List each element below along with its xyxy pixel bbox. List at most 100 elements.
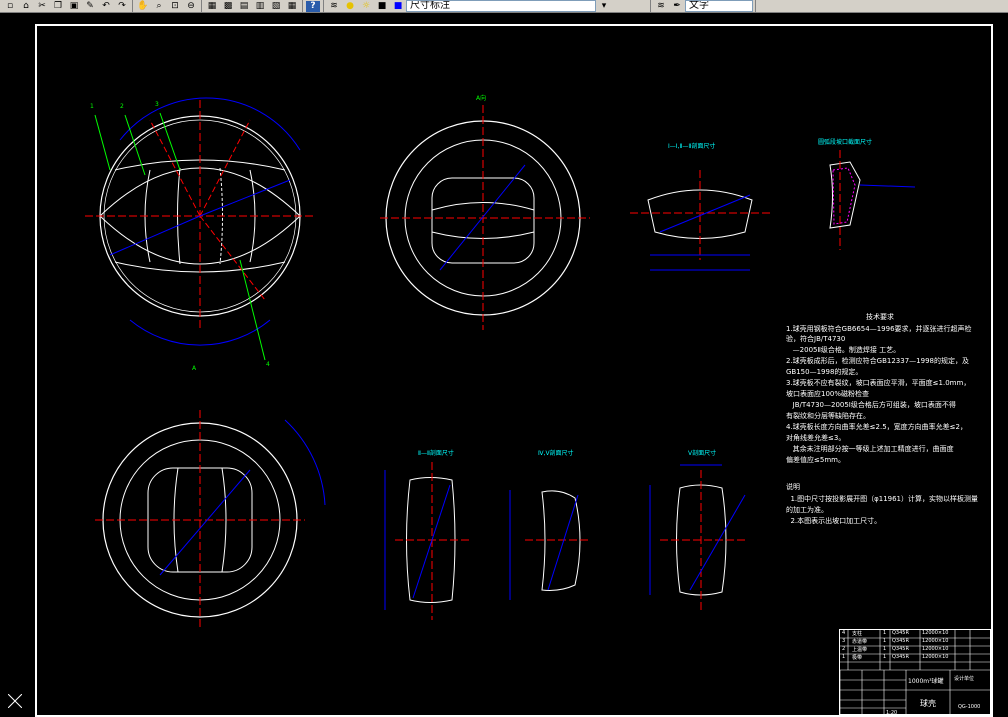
- calculator-icon[interactable]: ▦: [285, 1, 299, 12]
- item-qty: 1: [883, 630, 887, 636]
- tech-req-line-12: 其余未注明部分按一等级上述加工精度进行，曲面度: [786, 445, 954, 453]
- lock-icon[interactable]: ■: [375, 1, 389, 12]
- zoom-window-icon[interactable]: ⊡: [168, 1, 182, 12]
- tech-req-line-1: 1.球壳用钢板符合GB6654—1996要求，并逐张进行超声检: [786, 325, 972, 333]
- cut-icon[interactable]: ✂: [35, 1, 49, 12]
- standard-toolbar: ▫ ⌂ ✂ ❐ ▣ ✎ ↶ ↷: [0, 0, 133, 12]
- layer-manager-icon[interactable]: ≋: [327, 1, 341, 12]
- paste-icon[interactable]: ▣: [67, 1, 81, 12]
- view-section-4: Ⅴ剖面尺寸: [649, 449, 746, 610]
- styles-toolbar: ≋ ✒ 文字: [651, 0, 756, 12]
- item-material: Q345R: [892, 630, 909, 636]
- drawing-name: 1000m³球罐: [908, 678, 944, 685]
- drawing-scale: 1:20: [886, 710, 898, 716]
- view-top-ring: A向: [380, 94, 590, 330]
- pan-icon[interactable]: ✋: [136, 1, 150, 12]
- help-toolbar: ?: [303, 0, 324, 12]
- notes-title: 说明: [786, 483, 800, 491]
- leader-label-4: 4: [266, 361, 270, 368]
- view-4-title: Ⅳ,Ⅴ剖面尺寸: [538, 449, 574, 457]
- item-material: Q345R: [892, 654, 909, 660]
- tech-req-title: 技术要求: [866, 313, 894, 321]
- item-qty: 1: [883, 654, 887, 660]
- view-2-title: 圆弧段坡口截面尺寸: [818, 138, 872, 146]
- item-spec: 12000×10: [922, 630, 949, 636]
- tech-req-line-2: 验，符合JB/T4730: [786, 335, 846, 343]
- tech-req-line-3: —2005Ⅱ级合格。制造焊接 工艺。: [786, 346, 901, 354]
- tools-toolbar: ▦ ▩ ▤ ▥ ▧ ▦: [202, 0, 303, 12]
- copy-icon[interactable]: ❐: [51, 1, 65, 12]
- zoom-realtime-icon[interactable]: ⌕: [152, 1, 166, 12]
- title-block: 4 支柱 1 Q345R 12000×10 3 赤道带 1 Q345R 1200…: [839, 629, 991, 716]
- note-line-2: 的加工为准。: [786, 506, 828, 514]
- item-name: 极带: [852, 655, 863, 661]
- title-block-row-4: 1 极带 1 Q345R 12000×10: [840, 654, 990, 662]
- note-line-3: 2.本图表示出坡口加工尺寸。: [786, 517, 882, 525]
- view-sphere-bottom: [95, 410, 326, 630]
- tech-req-line-6: 3.球壳板不应有裂纹，坡口表面应平滑，平面度≤1.0mm，: [786, 379, 971, 387]
- item-qty: 1: [883, 638, 887, 644]
- new-icon[interactable]: ▫: [3, 1, 17, 12]
- text-style-combo[interactable]: 文字: [685, 0, 753, 12]
- dimension-style-combo[interactable]: 尺寸标注: [406, 0, 596, 12]
- view-3-title: Ⅱ—Ⅱ剖面尺寸: [418, 449, 454, 457]
- item-no: 2: [842, 646, 846, 652]
- leader-label-1: 1: [90, 103, 94, 110]
- view-section-2: Ⅱ—Ⅱ剖面尺寸: [384, 449, 470, 620]
- tech-req-line-5: GB150—1998的规定。: [786, 368, 863, 376]
- dimension-style-value: 尺寸标注: [410, 0, 450, 11]
- view-direction-label: A向: [476, 94, 486, 102]
- layers-toolbar: ≋ ● ☼ ■ ■ 尺寸标注 ▾: [324, 0, 651, 12]
- match-icon[interactable]: ✎: [83, 1, 97, 12]
- item-name: 支柱: [852, 631, 863, 637]
- view-1-title: Ⅰ—Ⅰ,Ⅱ—Ⅱ剖面尺寸: [668, 142, 715, 150]
- zoom-toolbar: ✋ ⌕ ⊡ ⊖: [133, 0, 202, 12]
- section-label-a: A: [192, 365, 197, 372]
- sheet-set-icon[interactable]: ▥: [253, 1, 267, 12]
- tool-palettes-icon[interactable]: ▤: [237, 1, 251, 12]
- tech-req-line-10: 4.球壳板长度方向曲率允差≤2.5，宽度方向曲率允差≤2，: [786, 423, 967, 431]
- leader-label-2: 2: [120, 103, 124, 110]
- item-spec: 12000×10: [922, 654, 949, 660]
- item-material: Q345R: [892, 638, 909, 644]
- item-no: 3: [842, 638, 846, 644]
- undo-icon[interactable]: ↶: [99, 1, 113, 12]
- layer-previous-icon[interactable]: ≋: [654, 1, 668, 12]
- note-line-1: 1.图中尺寸按投影展开图（φ11961）计算，实物以样板测量: [786, 495, 979, 503]
- view-groove-detail: 圆弧段坡口截面尺寸: [818, 138, 916, 250]
- chevron-down-icon[interactable]: ▾: [597, 1, 611, 12]
- view-section-1: Ⅰ—Ⅰ,Ⅱ—Ⅱ剖面尺寸: [630, 142, 770, 271]
- drawing-canvas[interactable]: 1 2 3 4 A A向 Ⅰ—Ⅰ,Ⅱ—Ⅱ剖面尺寸 圆弧段坡口截面尺寸 Ⅱ—Ⅱ剖面…: [0, 12, 1008, 717]
- text-style-icon[interactable]: ✒: [670, 1, 684, 12]
- item-material: Q345R: [892, 646, 909, 652]
- item-spec: 12000×10: [922, 638, 949, 644]
- drawing-number: QG-1000: [958, 704, 981, 710]
- bulb-icon[interactable]: ●: [343, 1, 357, 12]
- properties-icon[interactable]: ▦: [205, 1, 219, 12]
- company-name: 设计单位: [954, 676, 975, 682]
- open-icon[interactable]: ⌂: [19, 1, 33, 12]
- help-icon[interactable]: ?: [306, 0, 320, 12]
- sun-icon[interactable]: ☼: [359, 1, 373, 12]
- title-block-row-3: 2 上温带 1 Q345R 12000×10: [840, 646, 990, 654]
- item-spec: 12000×10: [922, 646, 949, 652]
- title-block-row-2: 3 赤道带 1 Q345R 12000×10: [840, 638, 990, 646]
- tech-req-line-9: 有裂纹和分层等缺陷存在。: [786, 412, 870, 420]
- item-no: 4: [842, 630, 846, 636]
- tech-req-line-13: 偏差值应≤5mm。: [786, 456, 845, 464]
- redo-icon[interactable]: ↷: [115, 1, 129, 12]
- view-section-3: Ⅳ,Ⅴ剖面尺寸: [509, 449, 590, 600]
- text-style-value: 文字: [689, 0, 709, 11]
- ucs-icon: [8, 694, 22, 708]
- leader-label-3: 3: [155, 101, 159, 108]
- view-sphere-elevation: 1 2 3 4 A: [85, 97, 315, 372]
- zoom-previous-icon[interactable]: ⊖: [184, 1, 198, 12]
- tech-req-line-7: 坡口表面应100%磁粉检查: [786, 390, 870, 398]
- tech-req-line-8: JB/T4730—2005Ⅰ级合格后方可组装，坡口表面不得: [786, 401, 956, 409]
- color-swatch-icon[interactable]: ■: [391, 1, 405, 12]
- item-no: 1: [842, 654, 846, 660]
- markup-icon[interactable]: ▧: [269, 1, 283, 12]
- item-name: 上温带: [852, 647, 868, 653]
- drawing-subtitle: 球壳: [920, 699, 936, 708]
- design-center-icon[interactable]: ▩: [221, 1, 235, 12]
